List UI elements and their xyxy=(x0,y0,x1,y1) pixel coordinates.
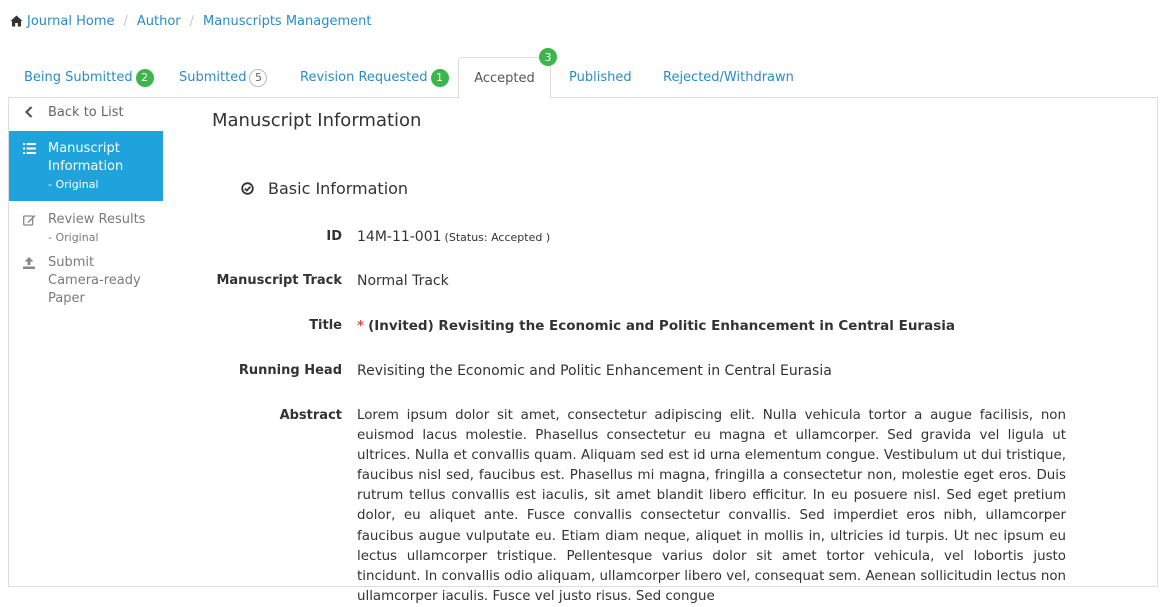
upload-icon xyxy=(22,256,36,270)
breadcrumb-separator: / xyxy=(123,13,128,29)
tab-label: Published xyxy=(569,70,632,85)
edit-icon xyxy=(22,213,36,227)
breadcrumb-separator: / xyxy=(189,13,195,29)
title-value: * (Invited) Revisiting the Economic and P… xyxy=(357,318,955,334)
sidebar-item-manuscript-information[interactable]: Manuscript Information - Original xyxy=(9,131,163,201)
breadcrumb-author-link[interactable]: Author xyxy=(137,14,181,29)
tab-being-submitted[interactable]: Being Submitted 2 xyxy=(24,57,154,98)
breadcrumb-manuscripts-management-link[interactable]: Manuscripts Management xyxy=(203,14,371,29)
count-badge: 1 xyxy=(430,68,449,87)
chevron-left-icon xyxy=(22,105,36,119)
abstract-label: Abstract xyxy=(279,408,342,423)
title-label: Title xyxy=(309,318,342,333)
count-badge: 5 xyxy=(249,68,268,87)
running-head-value: Revisiting the Economic and Politic Enha… xyxy=(357,363,832,379)
tab-published[interactable]: Published xyxy=(569,57,632,98)
sidebar-item-submit-camera-ready[interactable]: Submit Camera-ready Paper xyxy=(9,253,163,308)
sidebar: Back to List Manuscript Information - Or… xyxy=(9,98,163,308)
back-to-list-label: Back to List xyxy=(48,105,124,120)
breadcrumb: Journal Home / Author / Manuscripts Mana… xyxy=(10,12,371,30)
running-head-label: Running Head xyxy=(238,363,342,378)
count-badge: 3 xyxy=(539,48,557,66)
manuscript-id: 14M-11-001 xyxy=(357,229,442,245)
page-title: Manuscript Information xyxy=(212,110,422,131)
sidebar-item-label: Submit Camera-ready Paper xyxy=(48,255,141,306)
tab-label: Revision Requested xyxy=(300,70,428,85)
breadcrumb-journal-home-link[interactable]: Journal Home xyxy=(27,14,114,29)
track-label: Manuscript Track xyxy=(216,273,342,288)
manuscript-status-tabs: Being Submitted 2 Submitted 5 Revision R… xyxy=(8,48,1158,99)
abstract-text: Lorem ipsum dolor sit amet, consectetur … xyxy=(357,408,1066,604)
back-to-list-link[interactable]: Back to List xyxy=(9,98,163,128)
home-icon xyxy=(10,15,23,27)
manuscript-title: (Invited) Revisiting the Economic and Po… xyxy=(368,318,955,334)
tab-label: Being Submitted xyxy=(24,70,133,85)
tab-submitted[interactable]: Submitted 5 xyxy=(179,57,268,98)
list-icon xyxy=(22,141,36,155)
sidebar-item-sublabel: - Original xyxy=(48,231,99,244)
tab-label: Submitted xyxy=(179,70,247,85)
status-note: (Status: Accepted ) xyxy=(444,231,551,244)
subsection-title: Basic Information xyxy=(268,179,409,198)
count-badge: 2 xyxy=(135,68,154,87)
tab-label: Accepted xyxy=(474,70,535,86)
track-value: Normal Track xyxy=(357,273,449,289)
tab-rejected-withdrawn[interactable]: Rejected/Withdrawn xyxy=(663,57,794,98)
tab-label: Rejected/Withdrawn xyxy=(663,70,794,85)
sidebar-item-review-results[interactable]: Review Results - Original xyxy=(9,201,163,253)
required-marker: * xyxy=(357,318,365,334)
check-circle-icon xyxy=(241,182,254,195)
sidebar-item-label: Review Results xyxy=(48,212,146,227)
id-label: ID xyxy=(326,229,342,244)
tab-accepted[interactable]: Accepted 3 xyxy=(458,48,557,99)
sidebar-item-sublabel: - Original xyxy=(48,178,99,191)
id-value: 14M-11-001 (Status: Accepted ) xyxy=(357,229,550,245)
tab-revision-requested[interactable]: Revision Requested 1 xyxy=(300,57,449,98)
basic-information-heading: Basic Information xyxy=(241,179,408,198)
sidebar-item-label: Manuscript Information xyxy=(48,141,124,174)
